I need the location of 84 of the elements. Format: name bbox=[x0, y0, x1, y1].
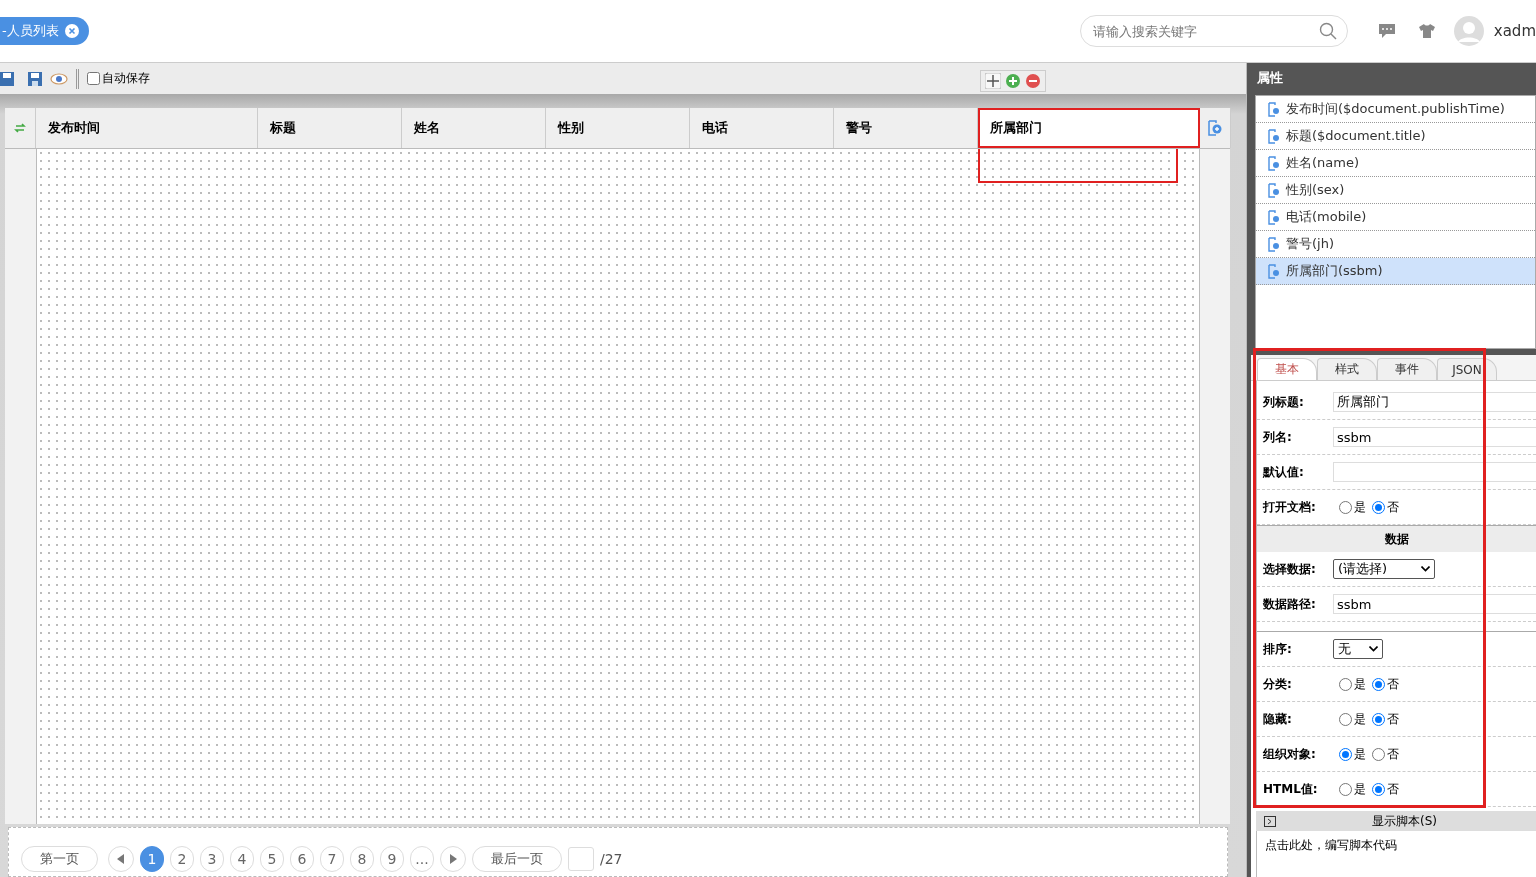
next-page-button[interactable] bbox=[440, 846, 466, 872]
text-field[interactable] bbox=[1333, 462, 1536, 482]
field-item[interactable]: 所属部门(ssbm) bbox=[1256, 258, 1535, 285]
radio-option[interactable]: 否 bbox=[1372, 498, 1399, 516]
save-as-icon[interactable] bbox=[28, 71, 42, 86]
field-icon bbox=[1268, 182, 1280, 198]
field-label: HTML值: bbox=[1263, 780, 1319, 798]
property-tab[interactable]: 基本 bbox=[1257, 358, 1317, 380]
radio-option[interactable]: 是 bbox=[1339, 675, 1366, 693]
first-page-button[interactable]: 第一页 bbox=[21, 846, 98, 872]
add-icon[interactable] bbox=[1005, 73, 1021, 89]
user-name[interactable]: xadm bbox=[1493, 22, 1536, 40]
field-label: 数据路径: bbox=[1263, 595, 1317, 613]
radio-option[interactable]: 否 bbox=[1372, 745, 1399, 763]
remove-icon[interactable] bbox=[1025, 73, 1041, 89]
field-icon bbox=[1268, 155, 1280, 171]
chevron-down-icon bbox=[1421, 566, 1430, 572]
shirt-icon[interactable] bbox=[1417, 23, 1436, 39]
radio-option[interactable]: 是 bbox=[1339, 780, 1366, 798]
page-button[interactable]: 7 bbox=[320, 846, 344, 872]
page-button[interactable]: 6 bbox=[290, 846, 314, 872]
chat-icon[interactable] bbox=[1377, 23, 1396, 39]
left-triangle-icon bbox=[117, 854, 125, 864]
column-header[interactable]: 电话 bbox=[690, 108, 834, 148]
select-field[interactable]: (请选择) bbox=[1333, 559, 1435, 579]
radio-option[interactable]: 否 bbox=[1372, 780, 1399, 798]
save-icon[interactable] bbox=[0, 71, 14, 86]
field-icon bbox=[1268, 209, 1280, 225]
page-button[interactable]: 2 bbox=[170, 846, 194, 872]
field-label: 组织对象: bbox=[1263, 745, 1317, 763]
right-triangle-icon bbox=[449, 854, 457, 864]
page-button[interactable]: 9 bbox=[380, 846, 404, 872]
radio-option[interactable]: 是 bbox=[1339, 498, 1366, 516]
column-header[interactable]: 所属部门 bbox=[978, 108, 1200, 148]
property-tab[interactable]: 事件 bbox=[1377, 358, 1437, 380]
property-tab[interactable]: JSON bbox=[1437, 358, 1497, 380]
column-header[interactable]: 标题 bbox=[258, 108, 402, 148]
page-button[interactable]: 8 bbox=[350, 846, 374, 872]
radio-option[interactable]: 否 bbox=[1372, 675, 1399, 693]
text-field[interactable]: ssbm bbox=[1333, 594, 1536, 614]
field-label: 选择数据: bbox=[1263, 560, 1317, 578]
select-field[interactable]: 无 bbox=[1333, 639, 1383, 659]
eye-icon[interactable] bbox=[50, 72, 68, 85]
panel-title: 属性 bbox=[1256, 69, 1284, 87]
field-label: 默认值: bbox=[1263, 463, 1305, 481]
chevron-down-icon bbox=[1369, 646, 1378, 652]
checkbox[interactable] bbox=[87, 72, 100, 85]
move-icon[interactable] bbox=[985, 73, 1001, 89]
field-label: 隐藏: bbox=[1263, 710, 1293, 728]
prev-page-button[interactable] bbox=[108, 846, 134, 872]
text-field[interactable]: ssbm bbox=[1333, 427, 1536, 447]
column-header[interactable]: 姓名 bbox=[402, 108, 546, 148]
radio-option[interactable]: 是 bbox=[1339, 710, 1366, 728]
field-icon bbox=[1268, 263, 1280, 279]
last-page-button[interactable]: 最后一页 bbox=[472, 846, 562, 872]
text-field[interactable]: 所属部门 bbox=[1333, 392, 1536, 412]
page-button[interactable]: 5 bbox=[260, 846, 284, 872]
radio-option[interactable]: 否 bbox=[1372, 710, 1399, 728]
page-button[interactable]: ... bbox=[410, 846, 434, 872]
page-button[interactable]: 3 bbox=[200, 846, 224, 872]
field-label: 分类: bbox=[1263, 675, 1293, 693]
field-label: 列名: bbox=[1263, 428, 1293, 446]
page-button[interactable]: 4 bbox=[230, 846, 254, 872]
script-toggle[interactable]: 显示脚本(S) bbox=[1256, 811, 1536, 831]
radio-option[interactable]: 是 bbox=[1339, 745, 1366, 763]
field-label: 排序: bbox=[1263, 640, 1293, 658]
add-column-icon[interactable] bbox=[1207, 120, 1223, 136]
field-icon bbox=[1268, 236, 1280, 252]
property-tab[interactable]: 样式 bbox=[1317, 358, 1377, 380]
refresh-icon[interactable] bbox=[14, 122, 26, 134]
script-hint[interactable]: 点击此处，编写脚本代码 bbox=[1256, 831, 1536, 877]
close-icon[interactable] bbox=[64, 24, 79, 38]
column-header[interactable]: 发布时间 bbox=[36, 108, 258, 148]
expand-icon bbox=[1264, 815, 1276, 827]
search-icon[interactable] bbox=[1318, 22, 1337, 40]
column-header[interactable]: 性别 bbox=[546, 108, 690, 148]
field-icon bbox=[1268, 101, 1280, 117]
field-label: 打开文档: bbox=[1263, 498, 1317, 516]
field-icon bbox=[1268, 128, 1280, 144]
page-input[interactable] bbox=[568, 847, 594, 871]
page-total: /27 bbox=[600, 851, 623, 867]
field-label: 列标题: bbox=[1263, 393, 1305, 411]
section-header: 数据 bbox=[1257, 525, 1536, 552]
autosave-checkbox[interactable]: 自动保存 bbox=[87, 70, 150, 87]
